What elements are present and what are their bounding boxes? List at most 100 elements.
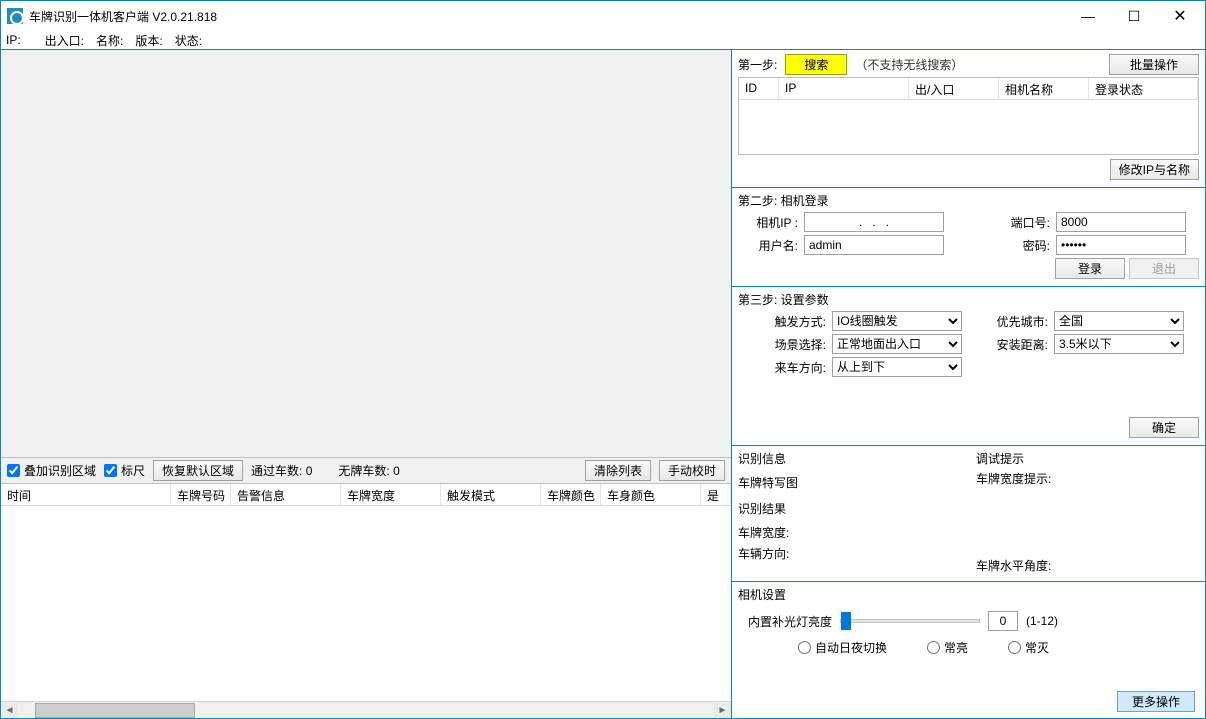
th-camname[interactable]: 相机名称 bbox=[999, 78, 1089, 99]
ip-label: IP: bbox=[6, 33, 21, 47]
left-toolbar: 叠加识别区域 标尺 恢复默认区域 通过车数: 0 无牌车数: 0 清除列表 手动… bbox=[1, 457, 731, 483]
th-plate-color[interactable]: 车牌颜色 bbox=[541, 484, 601, 505]
th-width[interactable]: 车牌宽度 bbox=[341, 484, 441, 505]
th-more[interactable]: 是 bbox=[701, 484, 731, 505]
version-label: 版本: bbox=[135, 32, 162, 49]
scrollbar-thumb[interactable] bbox=[35, 703, 195, 718]
maximize-button[interactable]: ☐ bbox=[1111, 1, 1157, 31]
modify-ip-button[interactable]: 修改IP与名称 bbox=[1110, 159, 1199, 180]
camera-table: ID IP 出/入口 相机名称 登录状态 bbox=[738, 77, 1199, 155]
th-io[interactable]: 出/入口 bbox=[909, 78, 999, 99]
entrance-label: 出入口: bbox=[45, 32, 84, 49]
restore-default-button[interactable]: 恢复默认区域 bbox=[153, 460, 243, 481]
pwd-label: 密码: bbox=[996, 237, 1050, 254]
ruler-checkbox[interactable]: 标尺 bbox=[104, 462, 145, 479]
th-trigger[interactable]: 触发模式 bbox=[441, 484, 541, 505]
th-time[interactable]: 时间 bbox=[1, 484, 171, 505]
result-label: 识别结果 bbox=[738, 500, 800, 517]
scroll-left-arrow-icon[interactable]: ◄ bbox=[1, 703, 18, 718]
distance-select[interactable]: 3.5米以下 bbox=[1054, 334, 1184, 354]
th-body-color[interactable]: 车身颜色 bbox=[601, 484, 701, 505]
left-pane: 叠加识别区域 标尺 恢复默认区域 通过车数: 0 无牌车数: 0 清除列表 手动… bbox=[1, 50, 732, 718]
right-pane: 第一步: 搜索 （不支持无线搜索） 批量操作 ID IP 出/入口 相机名称 登… bbox=[732, 50, 1205, 718]
close-button[interactable]: ✕ bbox=[1157, 1, 1203, 31]
radio-auto[interactable]: 自动日夜切换 bbox=[798, 639, 887, 656]
overlay-checkbox[interactable]: 叠加识别区域 bbox=[7, 462, 96, 479]
step3-label: 第三步: 设置参数 bbox=[738, 291, 1199, 308]
fill-light-value[interactable] bbox=[988, 611, 1018, 631]
name-label: 名称: bbox=[96, 32, 123, 49]
scene-label: 场景选择: bbox=[738, 336, 826, 353]
more-ops-button[interactable]: 更多操作 bbox=[1117, 691, 1195, 712]
trigger-select[interactable]: IO线圈触发 bbox=[832, 311, 962, 331]
fill-light-label: 内置补光灯亮度 bbox=[748, 613, 832, 630]
logout-button[interactable]: 退出 bbox=[1129, 258, 1199, 279]
scene-select[interactable]: 正常地面出入口 bbox=[832, 334, 962, 354]
trigger-label: 触发方式: bbox=[738, 313, 826, 330]
angle-label: 车牌水平角度: bbox=[976, 557, 1051, 574]
closeup-image bbox=[806, 470, 966, 494]
user-input[interactable] bbox=[804, 235, 944, 255]
search-button[interactable]: 搜索 bbox=[785, 54, 847, 75]
debug-title: 调试提示 bbox=[976, 450, 1199, 467]
cam-ip-label: 相机IP : bbox=[738, 214, 798, 231]
result-table-body bbox=[1, 506, 731, 701]
scroll-right-arrow-icon[interactable]: ► bbox=[714, 703, 731, 718]
cam-settings-title: 相机设置 bbox=[738, 586, 1199, 603]
status-label: 状态: bbox=[175, 32, 202, 49]
recognition-panel: 识别信息 车牌特写图 识别结果 车牌宽度: bbox=[732, 446, 1205, 582]
step3-panel: 第三步: 设置参数 触发方式: IO线圈触发 优先城市: 全国 场景选择: 正常… bbox=[732, 287, 1205, 446]
cam-ip-input[interactable] bbox=[804, 212, 944, 232]
result-table: 时间 车牌号码 告警信息 车牌宽度 触发模式 车牌颜色 车身颜色 是 ◄ ► bbox=[1, 483, 731, 718]
th-id[interactable]: ID bbox=[739, 78, 779, 99]
overlay-checkbox-input[interactable] bbox=[7, 464, 20, 477]
step1-panel: 第一步: 搜索 （不支持无线搜索） 批量操作 ID IP 出/入口 相机名称 登… bbox=[732, 50, 1205, 188]
width-box bbox=[806, 522, 866, 542]
th-plate[interactable]: 车牌号码 bbox=[171, 484, 231, 505]
batch-button[interactable]: 批量操作 bbox=[1109, 54, 1199, 75]
minimize-button[interactable]: — bbox=[1065, 1, 1111, 31]
result-box bbox=[806, 497, 966, 519]
login-button[interactable]: 登录 bbox=[1055, 258, 1125, 279]
width-hint-label: 车牌宽度提示: bbox=[976, 470, 1051, 487]
window-title: 车牌识别一体机客户端 V2.0.21.818 bbox=[29, 8, 217, 25]
titlebar: 车牌识别一体机客户端 V2.0.21.818 — ☐ ✕ bbox=[1, 1, 1205, 31]
width-label: 车牌宽度: bbox=[738, 524, 800, 541]
distance-label: 安装距离: bbox=[994, 336, 1048, 353]
app-icon bbox=[7, 8, 23, 24]
user-label: 用户名: bbox=[738, 237, 798, 254]
passed-count-label: 通过车数: 0 bbox=[251, 462, 312, 479]
noplate-count-label: 无牌车数: 0 bbox=[338, 462, 399, 479]
app-window: 车牌识别一体机客户端 V2.0.21.818 — ☐ ✕ IP: 出入口: 名称… bbox=[0, 0, 1206, 719]
manual-time-button[interactable]: 手动校时 bbox=[659, 460, 725, 481]
result-table-header: 时间 车牌号码 告警信息 车牌宽度 触发模式 车牌颜色 车身颜色 是 bbox=[1, 484, 731, 506]
port-input[interactable] bbox=[1056, 212, 1186, 232]
ruler-checkbox-input[interactable] bbox=[104, 464, 117, 477]
clear-list-button[interactable]: 清除列表 bbox=[585, 460, 651, 481]
direction-select[interactable]: 从上到下 bbox=[832, 357, 962, 377]
overlay-checkbox-label: 叠加识别区域 bbox=[24, 462, 96, 479]
ruler-checkbox-label: 标尺 bbox=[121, 462, 145, 479]
radio-off[interactable]: 常灭 bbox=[1008, 639, 1049, 656]
search-note: （不支持无线搜索） bbox=[855, 56, 963, 73]
closeup-label: 车牌特写图 bbox=[738, 474, 800, 491]
th-ip[interactable]: IP bbox=[779, 78, 909, 99]
confirm-button[interactable]: 确定 bbox=[1129, 417, 1199, 438]
video-area bbox=[1, 50, 731, 457]
pwd-input[interactable] bbox=[1056, 235, 1186, 255]
radio-on[interactable]: 常亮 bbox=[927, 639, 968, 656]
info-bar: IP: 出入口: 名称: 版本: 状态: bbox=[1, 31, 1205, 49]
horizontal-scrollbar[interactable]: ◄ ► bbox=[1, 701, 731, 718]
step1-label: 第一步: bbox=[738, 56, 777, 73]
city-select[interactable]: 全国 bbox=[1054, 311, 1184, 331]
camera-settings-panel: 相机设置 内置补光灯亮度 (1-12) 自动日夜切换 常亮 常灭 更多操作 bbox=[732, 582, 1205, 718]
step2-label: 第二步: 相机登录 bbox=[738, 192, 1199, 209]
fill-light-range: (1-12) bbox=[1026, 614, 1058, 628]
th-login[interactable]: 登录状态 bbox=[1089, 78, 1198, 99]
city-label: 优先城市: bbox=[994, 313, 1048, 330]
port-label: 端口号: bbox=[996, 214, 1050, 231]
fill-light-slider[interactable] bbox=[840, 619, 980, 623]
recog-title: 识别信息 bbox=[738, 450, 966, 467]
vehicle-dir-label: 车辆方向: bbox=[738, 545, 800, 562]
th-alarm[interactable]: 告警信息 bbox=[231, 484, 341, 505]
